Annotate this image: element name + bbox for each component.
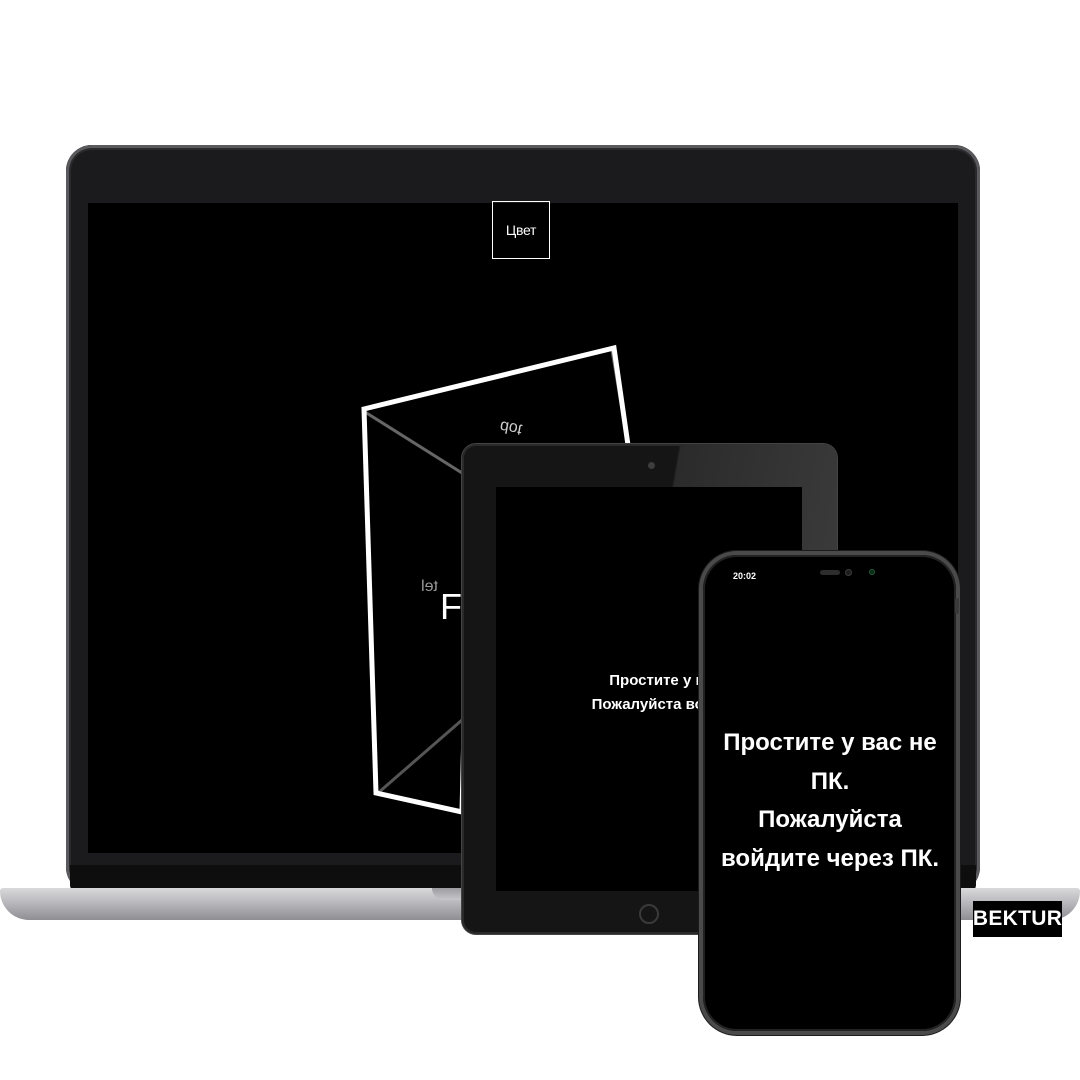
tablet-camera-icon — [648, 462, 655, 469]
cube-face-label-side: tel — [421, 578, 438, 595]
phone-message-line3: Пожалуйста — [758, 806, 902, 833]
phone-status-time: 20:02 — [733, 571, 757, 581]
phone-message-line4: войдите через ПК. — [720, 844, 940, 872]
phone-sensor-icon — [869, 569, 875, 575]
phone-speaker-icon — [820, 570, 840, 575]
phone-camera-icon — [845, 569, 852, 576]
phone-side-button[interactable] — [955, 598, 959, 614]
phone-message-line2: ПК. — [810, 767, 850, 795]
cube-face-label-top: dot — [498, 417, 524, 438]
tablet-home-button[interactable] — [639, 904, 659, 924]
phone-message-line1: Простите у вас не — [723, 729, 937, 756]
phone-message: Простите у вас не ПК. Пожалуйста войдите… — [712, 724, 948, 878]
brand-logo: BEKTUR — [973, 901, 1062, 937]
